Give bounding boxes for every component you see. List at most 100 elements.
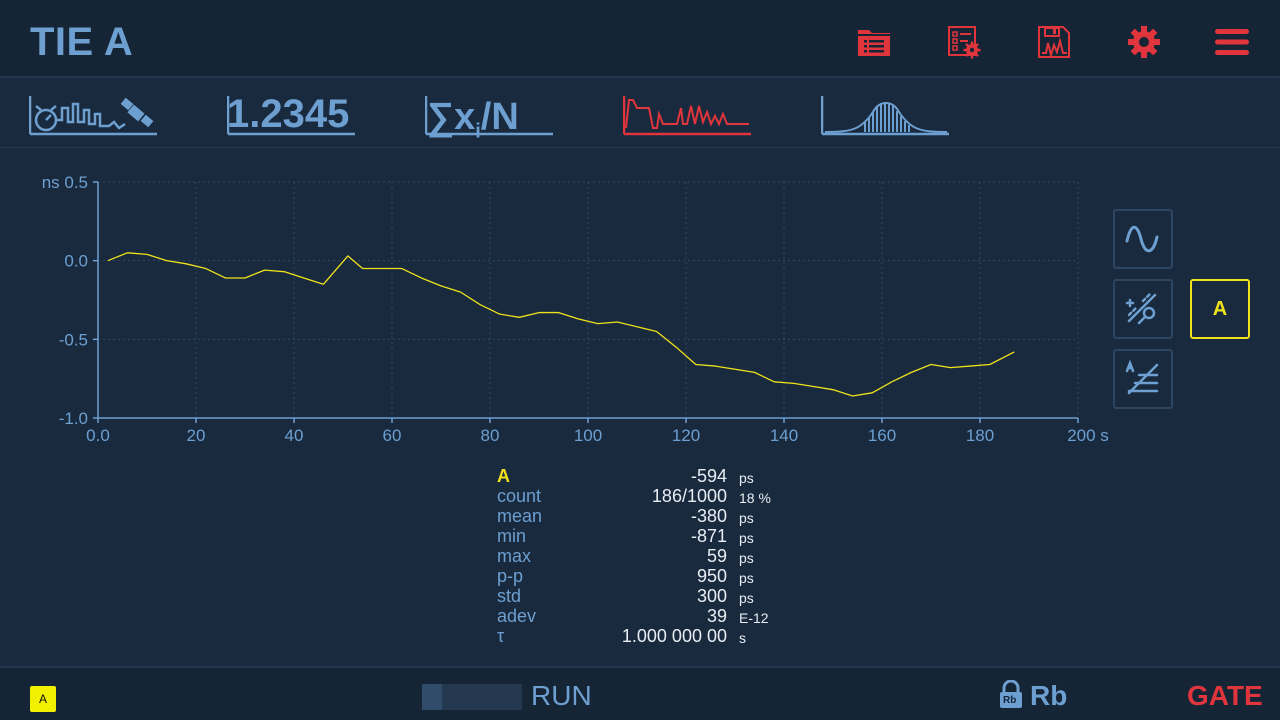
stat-unit: ps bbox=[739, 570, 754, 586]
stat-unit: ps bbox=[739, 470, 754, 486]
stat-unit: ps bbox=[739, 530, 754, 546]
x-tick-label: 40 bbox=[285, 426, 304, 445]
trend-plot-icon bbox=[622, 96, 751, 136]
y-tick-label: -0.5 bbox=[59, 330, 88, 349]
settings-list-icon bbox=[948, 26, 981, 59]
trend-zoom-icon bbox=[1125, 291, 1157, 325]
x-tick-label: 100 bbox=[574, 426, 602, 445]
value-display: 1.2345 bbox=[227, 92, 350, 136]
stat-value: 300 bbox=[696, 586, 727, 606]
statistics-rows: count 186/1000 18 % mean -380 ps min -871 ps max 5… bbox=[497, 486, 797, 646]
x-tick-label: 0.0 bbox=[86, 426, 110, 445]
timing-mode-button[interactable] bbox=[28, 94, 157, 136]
stat-label: std bbox=[497, 586, 522, 606]
plot-grid bbox=[98, 181, 1079, 418]
gear-icon bbox=[1128, 26, 1160, 58]
statistics-row: count 186/1000 18 % bbox=[497, 486, 797, 506]
trend-mode-button[interactable] bbox=[622, 94, 751, 136]
stopwatch-signal-satellite-icon bbox=[28, 96, 157, 136]
stat-label: count bbox=[497, 486, 542, 506]
stat-value: 59 bbox=[706, 546, 727, 566]
statistics-row: max 59 ps bbox=[497, 546, 797, 566]
hamburger-menu-icon bbox=[1215, 29, 1249, 55]
statistics-row-channel: A -594 ps bbox=[497, 466, 797, 486]
statistics-mode-button[interactable]: ∑xi/N bbox=[425, 94, 553, 143]
x-tick-label: 20 bbox=[187, 426, 206, 445]
lock-icon: Rb bbox=[998, 680, 1024, 710]
sine-wave-icon bbox=[1125, 225, 1159, 253]
stat-unit: ps bbox=[739, 550, 754, 566]
stat-label: mean bbox=[497, 506, 543, 526]
measurement-progress bbox=[422, 684, 522, 710]
trend-line-icon bbox=[1125, 359, 1159, 395]
series-line bbox=[107, 252, 1015, 397]
stat-label: τ bbox=[497, 626, 505, 646]
stat-unit: E-12 bbox=[739, 610, 769, 626]
x-tick-label: 180 bbox=[966, 426, 994, 445]
folder-list-icon bbox=[858, 30, 890, 56]
sum-symbol: ∑x bbox=[427, 96, 476, 138]
statistics-formula: ∑xi/N bbox=[427, 96, 519, 144]
plot-axes bbox=[93, 181, 1079, 423]
stat-label: A bbox=[497, 466, 510, 486]
gear-button[interactable] bbox=[1124, 22, 1164, 62]
x-tick-label: 80 bbox=[481, 426, 500, 445]
sum-divisor: /N bbox=[480, 96, 519, 138]
stat-label: adev bbox=[497, 606, 537, 626]
stat-value: -594 bbox=[690, 466, 727, 486]
x-tick-label: 140 bbox=[770, 426, 798, 445]
y-tick-label: ns 0.5 bbox=[42, 173, 88, 192]
statistics-row: min -871 ps bbox=[497, 526, 797, 546]
x-tick-label: 120 bbox=[672, 426, 700, 445]
histogram-icon bbox=[820, 96, 949, 136]
page-title: TIE A bbox=[30, 20, 134, 64]
waveform-button[interactable] bbox=[1113, 209, 1173, 269]
stat-value: -871 bbox=[690, 526, 727, 546]
stat-unit: ps bbox=[739, 590, 754, 606]
channel-a-button[interactable]: A bbox=[1190, 279, 1250, 339]
stat-value: 186/1000 bbox=[651, 486, 727, 506]
statistics-table: A -594 ps count 186/1000 18 % mean -380 ps min… bbox=[497, 466, 797, 646]
x-tick-label: 200 s bbox=[1067, 426, 1109, 445]
stat-label: p-p bbox=[497, 566, 524, 586]
statistics-row: τ 1.000 000 00 s bbox=[497, 626, 797, 646]
x-tick-label: 160 bbox=[868, 426, 896, 445]
stat-unit: ps bbox=[739, 510, 754, 526]
zoom-button[interactable] bbox=[1113, 279, 1173, 339]
stat-value: -380 bbox=[690, 506, 727, 526]
mode-bar: 1.2345 ∑xi/N bbox=[0, 80, 1280, 148]
save-chart-icon bbox=[1038, 26, 1070, 59]
stat-unit: s bbox=[739, 630, 746, 646]
settings-list-button[interactable] bbox=[944, 22, 984, 62]
stat-value: 1.000 000 00 bbox=[621, 626, 727, 646]
y-tick-label: -1.0 bbox=[59, 409, 88, 428]
x-tick-label: 60 bbox=[383, 426, 402, 445]
save-chart-button[interactable] bbox=[1034, 22, 1074, 62]
lock-label: Rb bbox=[1003, 695, 1017, 706]
status-bar: A RUN Rb Rb GATE bbox=[0, 666, 1280, 720]
value-mode-button[interactable]: 1.2345 bbox=[227, 92, 355, 136]
stat-label: min bbox=[497, 526, 527, 546]
reference-source[interactable]: Rb bbox=[1030, 680, 1067, 712]
statistics-row: mean -380 ps bbox=[497, 506, 797, 526]
progress-fill bbox=[422, 684, 442, 710]
header-bar: TIE A bbox=[0, 0, 1280, 78]
gate-button[interactable]: GATE bbox=[1187, 680, 1263, 712]
statistics-row: adev 39 E-12 bbox=[497, 606, 797, 626]
plot-series bbox=[107, 252, 1015, 397]
statistics-row: p-p 950 ps bbox=[497, 566, 797, 586]
channel-badge[interactable]: A bbox=[30, 686, 56, 712]
plot-tick-labels: 0.0 20 40 60 80 100 120 140 160 180 200 s ns 0.5 0.0… bbox=[42, 173, 1109, 445]
stat-unit: 18 % bbox=[739, 490, 771, 506]
folder-list-button[interactable] bbox=[854, 22, 894, 62]
stat-value: 950 bbox=[696, 566, 727, 586]
run-button[interactable]: RUN bbox=[531, 680, 592, 712]
statistics-row: std 300 ps bbox=[497, 586, 797, 606]
histogram-mode-button[interactable] bbox=[820, 94, 949, 136]
stat-label: max bbox=[497, 546, 532, 566]
stat-value: 39 bbox=[706, 606, 727, 626]
trend-line-button[interactable] bbox=[1113, 349, 1173, 409]
tie-plot[interactable]: 0.0 20 40 60 80 100 120 140 160 180 200 s ns 0.5 0.0… bbox=[0, 160, 1110, 450]
hamburger-menu-button[interactable] bbox=[1212, 22, 1252, 62]
tie-app: TIE A 1.2345 ∑xi/N 0.0 20 40 60 80 100 1… bbox=[0, 0, 1280, 720]
